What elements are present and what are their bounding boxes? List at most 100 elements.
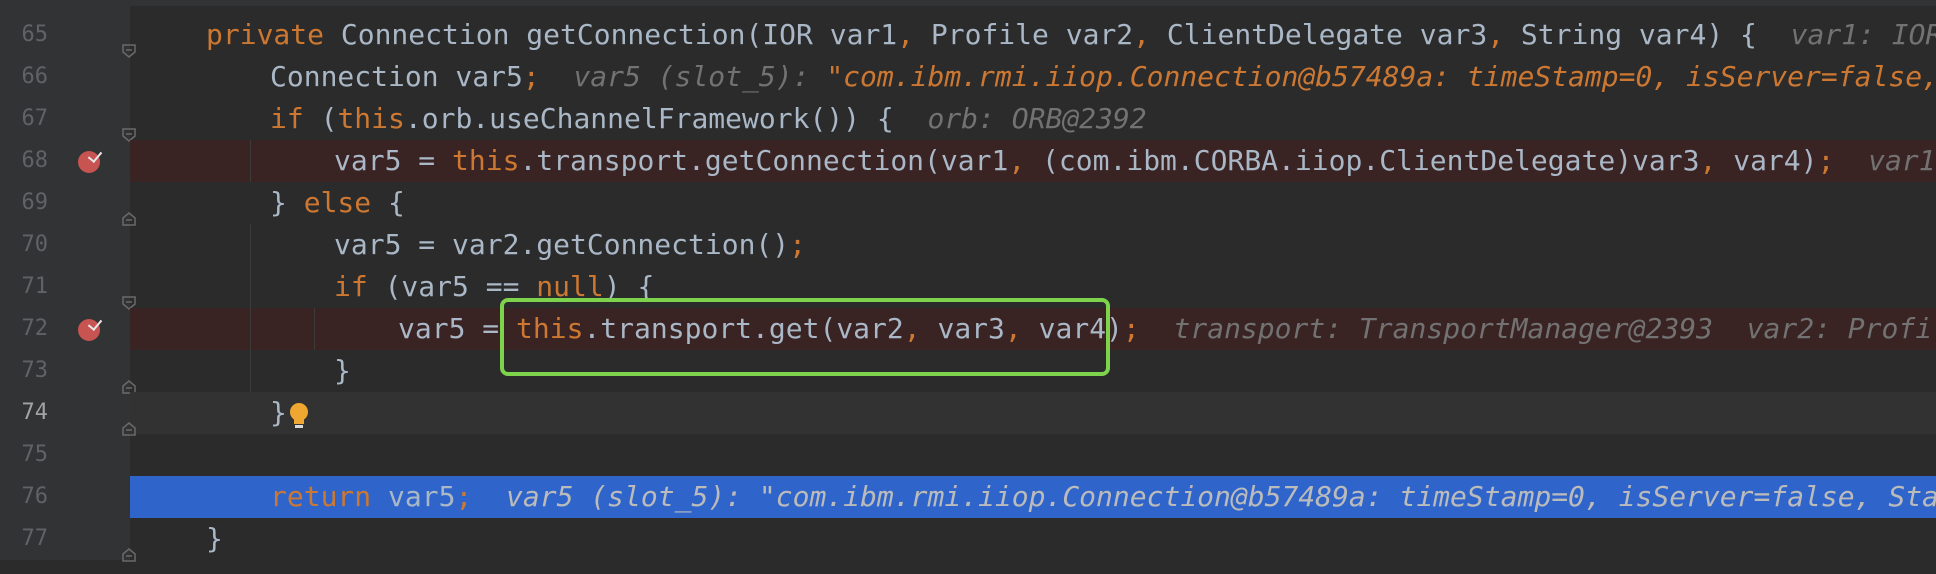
line-number[interactable]: 67 [0,98,49,140]
code-text[interactable]: var5 = var2.getConnection(); [334,224,806,266]
code-token: } [206,522,223,555]
inline-debug-hint: var1: IOR [1868,144,1936,177]
code-line[interactable]: if (this.orb.useChannelFramework()) { or… [0,98,1936,142]
code-line-area[interactable] [130,434,1936,476]
code-line-area[interactable]: } else { [130,182,1936,224]
code-line[interactable]: Connection var5; var5 (slot_5): "com.ibm… [0,56,1936,98]
code-text[interactable]: private Connection getConnection(IOR var… [206,14,1936,56]
code-keyword: ; [789,228,807,261]
code-token: ( [320,102,338,135]
code-text[interactable]: } [206,518,223,560]
code-token: .orb.useChannelFramework()) { [404,102,894,135]
code-text[interactable]: Connection var5; var5 (slot_5): "com.ibm… [270,56,1936,98]
lightbulb-icon[interactable] [288,400,310,428]
top-strip [0,0,1936,6]
code-keyword: if [334,270,385,303]
line-number[interactable]: 65 [0,14,49,56]
code-token: (com.ibm.CORBA.iiop.ClientDelegate)var3 [1042,144,1700,177]
line-number[interactable]: 66 [0,56,49,98]
code-keyword: else [303,186,389,219]
code-token: Profile var2 [930,18,1134,51]
code-line-area[interactable]: return var5; var5 (slot_5): "com.ibm.rmi… [130,476,1936,518]
code-keyword: ; [522,60,540,93]
code-token: } [270,186,304,219]
code-token: .transport.getConnection(var1 [519,144,1009,177]
code-token: Connection getConnection(IOR var1 [340,18,898,51]
code-line-area[interactable]: } [130,392,1936,434]
code-token: ClientDelegate var3 [1166,18,1488,51]
code-line[interactable]: return var5; var5 (slot_5): "com.ibm.rmi… [0,476,1936,518]
code-line[interactable]: var5 = var2.getConnection(); 70 [0,224,1936,266]
line-number[interactable]: 69 [0,182,49,224]
fold-close-icon[interactable] [122,406,136,436]
indent-guide [250,266,251,308]
code-text[interactable]: if (this.orb.useChannelFramework()) { or… [270,98,1147,140]
fold-close-icon[interactable] [122,364,136,394]
inline-debug-hint: var5 (slot_5): "com.ibm.rmi.iiop.Connect… [472,480,1936,513]
inline-debug-hint: transport: TransportManager@2393 var2: P… [1139,312,1936,345]
code-token: var5 = [334,144,453,177]
code-token: var5 = [398,312,517,345]
fold-open-icon[interactable] [122,280,136,310]
code-line-area[interactable]: if (this.orb.useChannelFramework()) { or… [130,98,1936,140]
code-keyword: , [1699,144,1734,177]
code-keyword: this [452,144,520,177]
line-number[interactable]: 76 [0,476,49,518]
breakpoint-icon[interactable] [78,319,100,341]
code-line-area[interactable]: Connection var5; var5 (slot_5): "com.ibm… [130,56,1936,98]
code-keyword: , [1487,18,1521,51]
code-line[interactable]: 75 [0,434,1936,476]
indent-guide [314,308,315,350]
inline-debug-hint: var1: IOR@2394 [1790,18,1936,51]
line-number[interactable]: 77 [0,518,49,560]
indent-guide [250,224,251,266]
indent-guide [250,350,251,392]
code-keyword: ; [455,480,473,513]
code-line[interactable]: } 74 [0,392,1936,436]
code-line-area[interactable]: private Connection getConnection(IOR var… [130,14,1936,56]
indent-guide [250,308,251,350]
code-line[interactable]: private Connection getConnection(IOR var… [0,14,1936,58]
inline-debug-value: "com.ibm.rmi.iiop.Connection@b57489a: ti… [826,60,1936,93]
fold-close-icon[interactable] [122,532,136,562]
code-token: { [388,186,405,219]
code-text[interactable]: } else { [270,182,405,224]
code-token: Connection var5 [270,60,523,93]
code-line-area[interactable]: } [130,518,1936,560]
inline-debug-hint: orb: ORB@2392 [893,102,1147,135]
code-line[interactable]: } 77 [0,518,1936,562]
code-keyword: if [270,102,321,135]
breakpoint-icon[interactable] [78,151,100,173]
code-line-area[interactable]: var5 = var2.getConnection(); [130,224,1936,266]
code-text[interactable]: return var5; var5 (slot_5): "com.ibm.rmi… [270,476,1936,518]
line-number[interactable]: 71 [0,266,49,308]
line-number[interactable]: 75 [0,434,49,476]
code-keyword: this [337,102,405,135]
fold-open-icon[interactable] [122,112,136,142]
inline-debug-hint: var5 (slot_5): [539,60,827,93]
code-token: String var4) { [1520,18,1757,51]
line-number[interactable]: 73 [0,350,49,392]
line-number[interactable]: 68 [0,140,49,182]
code-keyword: ; [1817,144,1835,177]
code-keyword: ; [1122,312,1140,345]
code-keyword: private [206,18,341,51]
code-line[interactable]: } else {69 [0,182,1936,226]
code-line-area[interactable]: var5 = this.transport.getConnection(var1… [130,140,1936,182]
fold-close-icon[interactable] [122,196,136,226]
annotation-highlight-box [500,298,1110,376]
fold-open-icon[interactable] [122,28,136,58]
line-number[interactable]: 70 [0,224,49,266]
code-text[interactable]: } [334,350,351,392]
code-text[interactable]: var5 = this.transport.getConnection(var1… [334,140,1936,182]
code-keyword: , [1008,144,1043,177]
code-editor[interactable]: private Connection getConnection(IOR var… [0,0,1936,562]
code-token: } [334,354,351,387]
code-token: var5 = var2.getConnection() [334,228,790,261]
indent-guide [250,140,251,182]
code-line[interactable]: var5 = this.transport.getConnection(var1… [0,140,1936,182]
code-token: var4) [1733,144,1818,177]
line-number[interactable]: 72 [0,308,49,350]
code-text[interactable]: } [270,392,287,434]
line-number[interactable]: 74 [0,392,49,434]
